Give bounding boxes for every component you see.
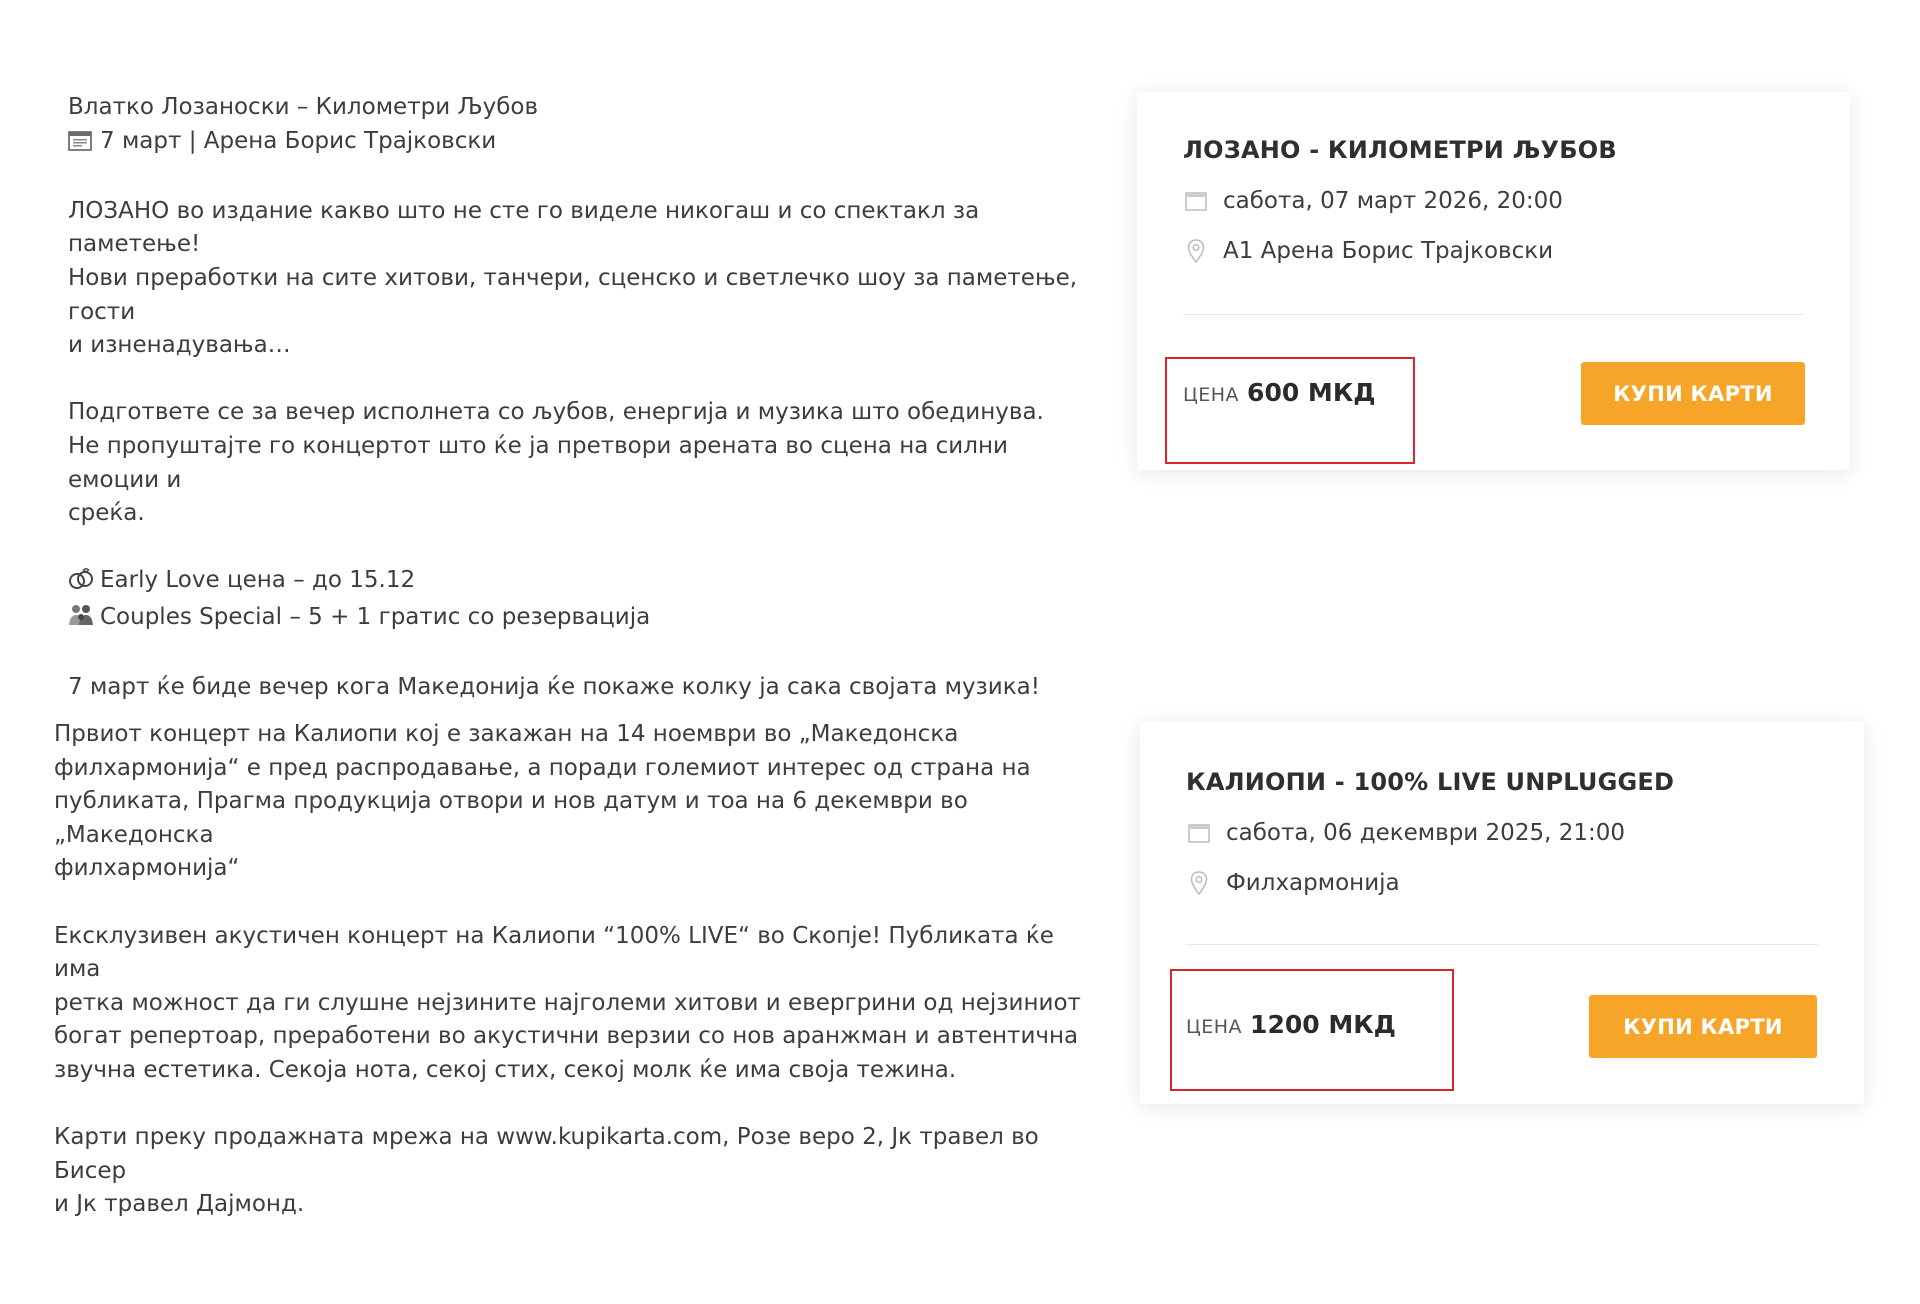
desc-line: богат репертоар, преработени во акустичн… <box>54 1023 1079 1050</box>
card-divider <box>1186 944 1818 945</box>
desc-line: Не пропуштајте го концертот што ќе ја пр… <box>68 432 1008 493</box>
desc-line: филхармонија“ е пред распродавање, а пор… <box>54 754 1031 781</box>
event-datetime-row: сабота, 07 март 2026, 20:00 <box>1183 188 1563 214</box>
buy-tickets-button[interactable]: КУПИ КАРТИ <box>1589 995 1817 1058</box>
rings-icon <box>68 567 94 601</box>
event-title: КАЛИОПИ - 100% LIVE UNPLUGGED <box>1186 768 1675 796</box>
event-date-venue-line: 7 март | Арена Борис Трајковски <box>68 125 1098 162</box>
event-description-lozano: Влатко Лозаноски – Километри Љубов 7 мар… <box>68 91 1098 705</box>
event-date-venue: 7 март | Арена Борис Трајковски <box>100 127 497 154</box>
price-highlight-box <box>1170 969 1454 1091</box>
buy-tickets-button[interactable]: КУПИ КАРТИ <box>1581 362 1805 425</box>
desc-line: среќа. <box>68 500 145 527</box>
offer-text: Couples Special – 5 + 1 гратис со резерв… <box>100 603 651 630</box>
card-divider <box>1183 314 1804 315</box>
event-venue-row: А1 Арена Борис Трајковски <box>1183 238 1553 264</box>
offer-text: Early Love цена – до 15.12 <box>100 567 416 594</box>
desc-line: филхармонија“ <box>54 855 240 882</box>
calendar-icon <box>1183 188 1209 214</box>
event-headline: Влатко Лозаноски – Километри Љубов <box>68 94 539 120</box>
offer-couples-special: Couples Special – 5 + 1 гратис со резерв… <box>68 601 1098 638</box>
desc-line: ретка можност да ги слушне нејзините нај… <box>54 989 1081 1016</box>
event-datetime-row: сабота, 06 декември 2025, 21:00 <box>1186 820 1625 846</box>
desc-closing: 7 март ќе биде вечер кога Македонија ќе … <box>68 674 1040 701</box>
desc-line: и Јк травел Дајмонд. <box>54 1191 305 1218</box>
event-title: ЛОЗАНО - КИЛОМЕТРИ ЉУБОВ <box>1183 136 1617 164</box>
desc-line: и изненадувања… <box>68 332 291 359</box>
map-pin-icon <box>1183 238 1209 264</box>
couple-icon <box>68 603 94 638</box>
desc-line: Нови преработки на сите хитови, танчери,… <box>68 264 1078 325</box>
event-venue-row: Филхармонија <box>1186 870 1400 896</box>
ticket-card-lozano: ЛОЗАНО - КИЛОМЕТРИ ЉУБОВ сабота, 07 март… <box>1137 92 1850 470</box>
event-venue: Филхармонија <box>1226 870 1400 896</box>
desc-line: Карти преку продажната мрежа на www.kupi… <box>54 1124 1039 1184</box>
event-venue: А1 Арена Борис Трајковски <box>1223 238 1554 264</box>
map-pin-icon <box>1186 870 1212 896</box>
calendar-icon <box>68 128 94 162</box>
desc-line: Ексклузивен акустичен концерт на Калиопи… <box>54 922 1054 983</box>
ticket-card-kaliopi: КАЛИОПИ - 100% LIVE UNPLUGGED сабота, 06… <box>1140 722 1864 1104</box>
desc-line: публиката, Прагма продукција отвори и но… <box>54 788 968 848</box>
desc-line: Првиот концерт на Калиопи кој е закажан … <box>54 721 959 747</box>
price-highlight-box <box>1165 357 1415 464</box>
desc-line: ЛОЗАНО во издание какво што не сте го ви… <box>68 197 980 258</box>
event-datetime: сабота, 06 декември 2025, 21:00 <box>1226 820 1625 846</box>
event-description-kaliopi: Првиот концерт на Калиопи кој е закажан … <box>54 718 1094 1222</box>
desc-line: звучна естетика. Секоја нота, секој стих… <box>54 1056 957 1083</box>
offer-early-love: Early Love цена – до 15.12 <box>68 564 1098 601</box>
desc-line: Подгответе се за вечер исполнета со љубо… <box>68 399 1044 426</box>
event-datetime: сабота, 07 март 2026, 20:00 <box>1223 188 1563 214</box>
calendar-icon <box>1186 820 1212 846</box>
